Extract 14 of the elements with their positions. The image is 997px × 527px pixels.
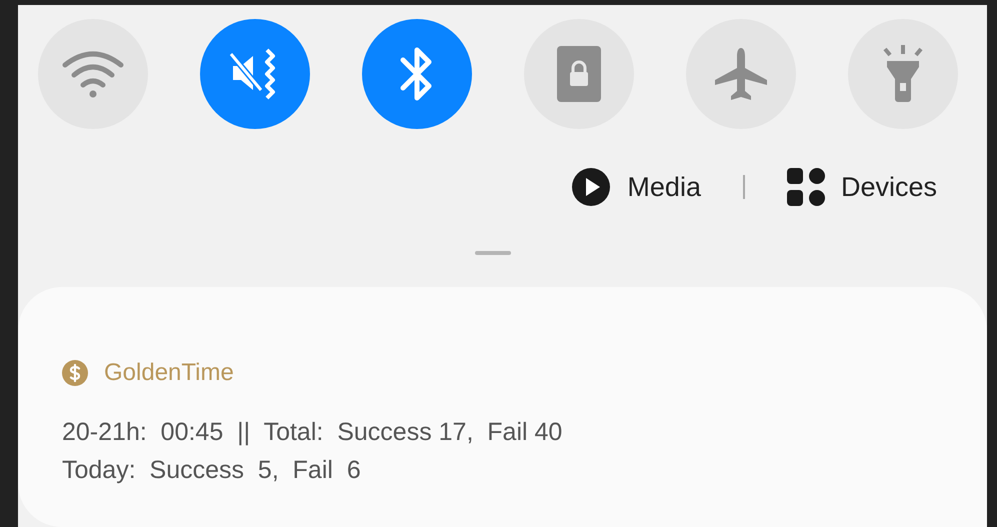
grid-icon: [786, 168, 825, 206]
wifi-icon: [61, 49, 125, 99]
play-icon: [571, 167, 612, 207]
media-button[interactable]: Media: [571, 167, 701, 207]
notification-text: Today: Success 5, Fail 6: [62, 455, 362, 486]
devices-button[interactable]: Devices: [786, 168, 937, 206]
notification-text: 20-21h: 00:45 || Total: Success 17, Fail 40: [62, 417, 564, 448]
notification-card[interactable]: GoldenTime 20-21h: 00:45 || Total: Success 17, Fail 40 Today: Success 5, Fail 6: [18, 287, 987, 527]
flashlight-icon: [881, 45, 925, 103]
app-name: GoldenTime: [104, 359, 234, 387]
coin-icon: [62, 360, 88, 386]
lock-screen-icon: [557, 46, 601, 102]
airplane-icon: [713, 46, 769, 102]
drag-handle[interactable]: [474, 251, 510, 255]
